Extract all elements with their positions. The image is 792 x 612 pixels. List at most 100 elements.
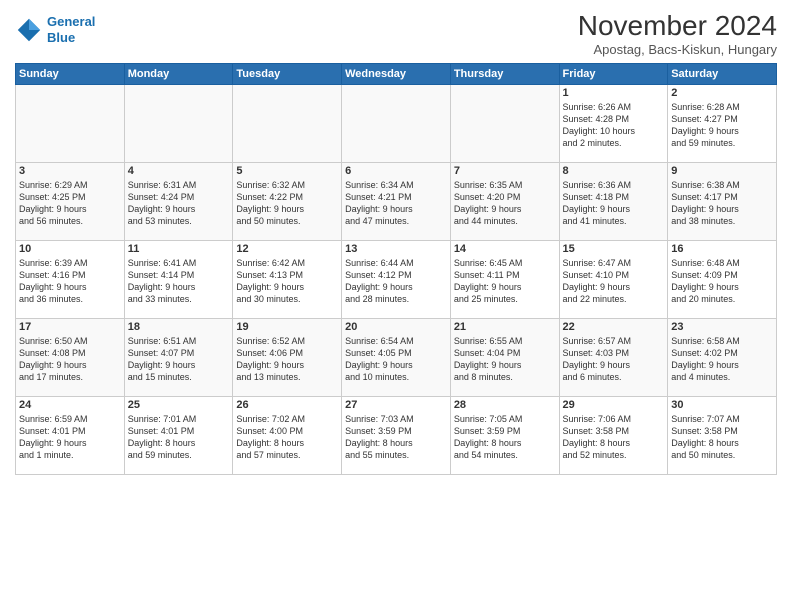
calendar-cell: 25 Sunrise: 7:01 AM Sunset: 4:01 PM Dayli… (124, 397, 233, 475)
day-info: Sunrise: 6:35 AM Sunset: 4:20 PM Dayligh… (454, 179, 556, 228)
day-number: 11 (128, 243, 230, 255)
calendar-week-row: 3Sunrise: 6:29 AM Sunset: 4:25 PM Daylig… (16, 163, 777, 241)
day-number: 2 (671, 87, 773, 99)
calendar-cell: 17 Sunrise: 6:50 AM Sunset: 4:08 PM Dayli… (16, 319, 125, 397)
day-info: Sunrise: 6:42 AM Sunset: 4:13 PM Dayligh… (236, 257, 338, 306)
day-number: 14 (454, 243, 556, 255)
day-number: 8 (563, 165, 665, 177)
day-info: Sunrise: 6:44 AM Sunset: 4:12 PM Dayligh… (345, 257, 447, 306)
day-number: 12 (236, 243, 338, 255)
day-info: Sunrise: 6:54 AM Sunset: 4:05 PM Dayligh… (345, 335, 447, 384)
calendar-cell: 5Sunrise: 6:32 AM Sunset: 4:22 PM Daylig… (233, 163, 342, 241)
weekday-header: Sunday (16, 64, 125, 85)
logo-text: General Blue (47, 14, 95, 45)
calendar-cell: 22 Sunrise: 6:57 AM Sunset: 4:03 PM Dayli… (559, 319, 668, 397)
calendar-cell: 8 Sunrise: 6:36 AM Sunset: 4:18 PM Daylig… (559, 163, 668, 241)
calendar-cell: 19 Sunrise: 6:52 AM Sunset: 4:06 PM Dayli… (233, 319, 342, 397)
calendar-cell: 26Sunrise: 7:02 AM Sunset: 4:00 PM Dayli… (233, 397, 342, 475)
calendar-cell: 1 Sunrise: 6:26 AM Sunset: 4:28 PM Daylig… (559, 85, 668, 163)
day-info: Sunrise: 6:36 AM Sunset: 4:18 PM Dayligh… (563, 179, 665, 228)
day-info: Sunrise: 6:58 AM Sunset: 4:02 PM Dayligh… (671, 335, 773, 384)
calendar-header-row: SundayMondayTuesdayWednesdayThursdayFrid… (16, 64, 777, 85)
day-info: Sunrise: 6:34 AM Sunset: 4:21 PM Dayligh… (345, 179, 447, 228)
day-info: Sunrise: 6:47 AM Sunset: 4:10 PM Dayligh… (563, 257, 665, 306)
calendar-cell: 20 Sunrise: 6:54 AM Sunset: 4:05 PM Dayli… (342, 319, 451, 397)
day-info: Sunrise: 6:57 AM Sunset: 4:03 PM Dayligh… (563, 335, 665, 384)
day-number: 6 (345, 165, 447, 177)
weekday-header: Saturday (668, 64, 777, 85)
day-info: Sunrise: 6:32 AM Sunset: 4:22 PM Dayligh… (236, 179, 338, 228)
calendar-table: SundayMondayTuesdayWednesdayThursdayFrid… (15, 63, 777, 475)
calendar-cell: 10 Sunrise: 6:39 AM Sunset: 4:16 PM Dayli… (16, 241, 125, 319)
calendar-cell (233, 85, 342, 163)
day-number: 25 (128, 399, 230, 411)
calendar-cell: 15 Sunrise: 6:47 AM Sunset: 4:10 PM Dayli… (559, 241, 668, 319)
month-title: November 2024 (578, 10, 777, 42)
day-number: 3 (19, 165, 121, 177)
calendar-cell: 21 Sunrise: 6:55 AM Sunset: 4:04 PM Dayli… (450, 319, 559, 397)
calendar-cell: 27Sunrise: 7:03 AM Sunset: 3:59 PM Dayli… (342, 397, 451, 475)
day-info: Sunrise: 7:06 AM Sunset: 3:58 PM Dayligh… (563, 413, 665, 462)
location-subtitle: Apostag, Bacs-Kiskun, Hungary (578, 42, 777, 57)
weekday-header: Monday (124, 64, 233, 85)
day-info: Sunrise: 6:38 AM Sunset: 4:17 PM Dayligh… (671, 179, 773, 228)
weekday-header: Tuesday (233, 64, 342, 85)
day-info: Sunrise: 7:01 AM Sunset: 4:01 PM Dayligh… (128, 413, 230, 462)
weekday-header: Friday (559, 64, 668, 85)
calendar-cell: 16Sunrise: 6:48 AM Sunset: 4:09 PM Dayli… (668, 241, 777, 319)
calendar-cell: 14 Sunrise: 6:45 AM Sunset: 4:11 PM Dayli… (450, 241, 559, 319)
title-block: November 2024 Apostag, Bacs-Kiskun, Hung… (578, 10, 777, 57)
calendar-cell (342, 85, 451, 163)
day-info: Sunrise: 6:51 AM Sunset: 4:07 PM Dayligh… (128, 335, 230, 384)
calendar-cell: 29 Sunrise: 7:06 AM Sunset: 3:58 PM Dayli… (559, 397, 668, 475)
calendar-cell: 12 Sunrise: 6:42 AM Sunset: 4:13 PM Dayli… (233, 241, 342, 319)
day-number: 17 (19, 321, 121, 333)
day-number: 29 (563, 399, 665, 411)
calendar-cell: 18Sunrise: 6:51 AM Sunset: 4:07 PM Dayli… (124, 319, 233, 397)
calendar-cell: 24Sunrise: 6:59 AM Sunset: 4:01 PM Dayli… (16, 397, 125, 475)
calendar-cell (450, 85, 559, 163)
day-number: 7 (454, 165, 556, 177)
calendar-week-row: 10 Sunrise: 6:39 AM Sunset: 4:16 PM Dayli… (16, 241, 777, 319)
calendar-cell (16, 85, 125, 163)
day-number: 23 (671, 321, 773, 333)
day-number: 30 (671, 399, 773, 411)
day-info: Sunrise: 7:07 AM Sunset: 3:58 PM Dayligh… (671, 413, 773, 462)
weekday-header: Wednesday (342, 64, 451, 85)
calendar-cell (124, 85, 233, 163)
day-info: Sunrise: 6:26 AM Sunset: 4:28 PM Dayligh… (563, 101, 665, 150)
calendar-cell: 7 Sunrise: 6:35 AM Sunset: 4:20 PM Daylig… (450, 163, 559, 241)
calendar-cell: 9Sunrise: 6:38 AM Sunset: 4:17 PM Daylig… (668, 163, 777, 241)
calendar-cell: 28 Sunrise: 7:05 AM Sunset: 3:59 PM Dayli… (450, 397, 559, 475)
calendar-week-row: 24Sunrise: 6:59 AM Sunset: 4:01 PM Dayli… (16, 397, 777, 475)
day-info: Sunrise: 6:59 AM Sunset: 4:01 PM Dayligh… (19, 413, 121, 462)
day-info: Sunrise: 6:39 AM Sunset: 4:16 PM Dayligh… (19, 257, 121, 306)
day-number: 16 (671, 243, 773, 255)
day-info: Sunrise: 7:02 AM Sunset: 4:00 PM Dayligh… (236, 413, 338, 462)
weekday-header: Thursday (450, 64, 559, 85)
calendar-week-row: 17 Sunrise: 6:50 AM Sunset: 4:08 PM Dayli… (16, 319, 777, 397)
day-info: Sunrise: 7:05 AM Sunset: 3:59 PM Dayligh… (454, 413, 556, 462)
calendar-week-row: 1 Sunrise: 6:26 AM Sunset: 4:28 PM Daylig… (16, 85, 777, 163)
day-number: 10 (19, 243, 121, 255)
calendar-cell: 11Sunrise: 6:41 AM Sunset: 4:14 PM Dayli… (124, 241, 233, 319)
day-info: Sunrise: 6:31 AM Sunset: 4:24 PM Dayligh… (128, 179, 230, 228)
day-info: Sunrise: 6:55 AM Sunset: 4:04 PM Dayligh… (454, 335, 556, 384)
day-number: 20 (345, 321, 447, 333)
logo-icon (15, 16, 43, 44)
day-info: Sunrise: 6:45 AM Sunset: 4:11 PM Dayligh… (454, 257, 556, 306)
day-info: Sunrise: 6:52 AM Sunset: 4:06 PM Dayligh… (236, 335, 338, 384)
day-number: 28 (454, 399, 556, 411)
day-info: Sunrise: 6:50 AM Sunset: 4:08 PM Dayligh… (19, 335, 121, 384)
day-number: 15 (563, 243, 665, 255)
logo: General Blue (15, 14, 95, 45)
day-info: Sunrise: 6:28 AM Sunset: 4:27 PM Dayligh… (671, 101, 773, 150)
day-number: 22 (563, 321, 665, 333)
calendar-cell: 2 Sunrise: 6:28 AM Sunset: 4:27 PM Daylig… (668, 85, 777, 163)
day-number: 19 (236, 321, 338, 333)
calendar-cell: 4 Sunrise: 6:31 AM Sunset: 4:24 PM Daylig… (124, 163, 233, 241)
day-number: 4 (128, 165, 230, 177)
day-number: 1 (563, 87, 665, 99)
day-number: 21 (454, 321, 556, 333)
page: General Blue November 2024 Apostag, Bacs… (0, 0, 792, 612)
